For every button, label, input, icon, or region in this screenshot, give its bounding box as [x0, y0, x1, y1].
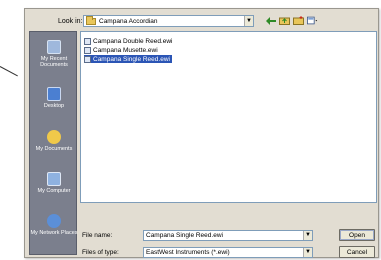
place-desktop[interactable]: Desktop: [30, 87, 78, 109]
file-name: Campana Double Reed.ewi: [93, 37, 173, 45]
file-name: Campana Musette.ewi: [93, 46, 158, 54]
file-name-label: File name:: [82, 232, 113, 239]
place-label-network: My Network Places: [30, 230, 78, 236]
my-computer-icon: [47, 172, 61, 186]
list-item-selected[interactable]: Campana Single Reed.ewi: [84, 55, 172, 63]
file-icon: [84, 37, 91, 45]
file-name-field[interactable]: Campana Single Reed.ewi ▼: [143, 230, 313, 241]
look-in-dropdown[interactable]: Campana Accordian ▼: [83, 15, 254, 27]
recent-documents-icon: [47, 40, 61, 54]
file-type-dropdown[interactable]: EastWest Instruments (*.ewi) ▼: [143, 247, 313, 258]
chevron-down-icon[interactable]: ▼: [244, 16, 253, 26]
network-places-icon: [47, 214, 61, 228]
current-folder-name: Campana Accordian: [99, 17, 158, 25]
place-my-documents[interactable]: My Documents: [30, 130, 78, 152]
open-file-dialog: Look in: Campana Accordian ▼ My Recent D…: [24, 8, 379, 258]
file-list[interactable]: Campana Double Reed.ewi Campana Musette.…: [80, 31, 377, 203]
file-icon: [84, 55, 91, 63]
up-folder-icon[interactable]: [279, 15, 290, 26]
back-arrow-icon[interactable]: [265, 15, 276, 26]
dialog-toolbar: [265, 15, 318, 26]
callout-line: [0, 66, 18, 77]
folder-icon: [86, 15, 96, 25]
file-name-value: Campana Single Reed.ewi: [146, 232, 223, 239]
list-item[interactable]: Campana Double Reed.ewi: [84, 37, 175, 45]
look-in-label: Look in:: [58, 18, 83, 25]
places-bar: My Recent Documents Desktop My Documents…: [29, 31, 78, 255]
new-folder-icon[interactable]: [293, 15, 304, 26]
desktop-icon: [47, 87, 61, 101]
place-label-recent: My Recent Documents: [40, 56, 68, 68]
place-label-computer: My Computer: [37, 188, 71, 194]
my-documents-icon: [47, 130, 61, 144]
file-type-value: EastWest Instruments (*.ewi): [146, 249, 230, 256]
place-label-documents: My Documents: [35, 146, 73, 152]
place-my-computer[interactable]: My Computer: [30, 172, 78, 194]
chevron-down-icon[interactable]: ▼: [303, 248, 312, 257]
place-network[interactable]: My Network Places: [30, 214, 78, 236]
file-name: Campana Single Reed.ewi: [93, 55, 170, 63]
view-menu-icon[interactable]: [307, 15, 318, 26]
open-button[interactable]: Open: [339, 229, 375, 241]
cancel-button[interactable]: Cancel: [339, 246, 375, 258]
file-icon: [84, 46, 91, 54]
file-type-label: Files of type:: [82, 249, 119, 256]
place-recent-documents[interactable]: My Recent Documents: [30, 40, 78, 68]
place-label-desktop: Desktop: [43, 103, 65, 109]
list-item[interactable]: Campana Musette.ewi: [84, 46, 160, 54]
chevron-down-icon[interactable]: ▼: [303, 231, 312, 240]
